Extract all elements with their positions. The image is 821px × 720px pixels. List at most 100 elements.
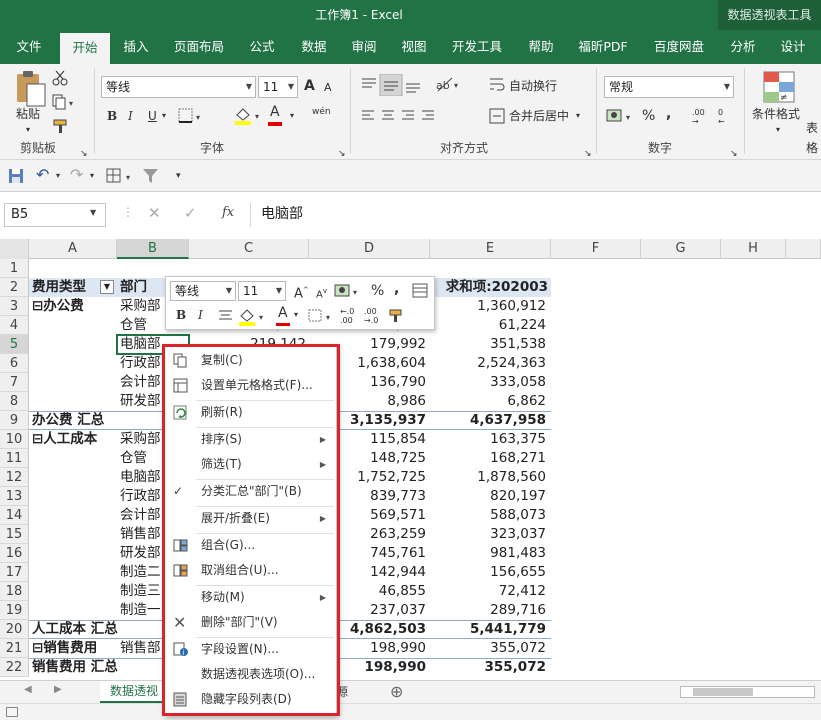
grow-font-button[interactable]: A	[304, 76, 315, 96]
mini-decrease-decimal[interactable]: .00 →.0	[364, 307, 378, 325]
row-header[interactable]: 18	[0, 582, 29, 601]
menu-item-format-cells[interactable]: 设置单元格格式(F)...	[164, 373, 338, 398]
value-cell[interactable]: 156,655	[430, 563, 546, 582]
row-header[interactable]: 4	[0, 316, 29, 335]
row-header[interactable]: 20	[0, 620, 29, 639]
menu-item-ungroup[interactable]: 取消组合(U)...	[164, 558, 338, 583]
row-header[interactable]: 15	[0, 525, 29, 544]
tab-help[interactable]: 帮助	[518, 30, 564, 64]
shrink-font-icon[interactable]: Av	[316, 281, 327, 305]
chevron-down-icon[interactable]: ▾	[576, 106, 580, 126]
formula-input[interactable]: 电脑部	[250, 203, 821, 227]
sheet-tab-active[interactable]: 数据透视	[100, 681, 172, 703]
value-cell[interactable]: 333,058	[430, 373, 546, 392]
bold-button[interactable]: B	[107, 106, 117, 126]
value-cell[interactable]: 351,538	[430, 335, 546, 354]
menu-item-group[interactable]: 组合(G)...	[164, 533, 338, 558]
align-center-icon[interactable]	[218, 309, 234, 323]
row-header[interactable]: 3	[0, 297, 29, 316]
row-header[interactable]: 1	[0, 259, 29, 278]
chevron-down-icon[interactable]: ▾	[290, 106, 294, 126]
mini-size-select[interactable]: 11 ▼	[238, 281, 286, 301]
value-cell[interactable]: 1,878,560	[430, 468, 546, 487]
category-cell[interactable]: ⊟办公费	[32, 297, 118, 316]
row-header[interactable]: 13	[0, 487, 29, 506]
cancel-icon[interactable]: ✕	[148, 204, 161, 222]
subtotal-value[interactable]: 4,637,958	[430, 411, 546, 430]
tab-file[interactable]: 文件	[4, 30, 54, 64]
tab-page-layout[interactable]: 页面布局	[164, 30, 234, 64]
chevron-down-icon[interactable]: ▾	[162, 106, 166, 126]
column-header-d[interactable]: D	[309, 239, 430, 259]
underline-button[interactable]: U	[148, 106, 157, 126]
insert-function-button[interactable]: fx	[222, 205, 234, 220]
redo-icon[interactable]: ↷	[70, 165, 83, 185]
row-header[interactable]: 17	[0, 563, 29, 582]
row-header[interactable]: 21	[0, 639, 29, 658]
borders-qat-icon[interactable]: ▾	[106, 168, 136, 184]
filter-dropdown-icon[interactable]: ▼	[100, 280, 114, 294]
mini-percent-button[interactable]: %	[371, 281, 384, 301]
save-icon[interactable]	[8, 168, 24, 184]
paste-dropdown-icon[interactable]: ▾	[26, 120, 30, 140]
mini-italic-button[interactable]: I	[198, 305, 203, 325]
value-cell[interactable]: 588,073	[430, 506, 546, 525]
menu-item-filter[interactable]: 筛选(T) ▶	[164, 452, 338, 477]
format-painter-icon[interactable]	[52, 118, 70, 134]
row-header[interactable]: 12	[0, 468, 29, 487]
cut-icon[interactable]	[52, 70, 68, 86]
tab-analyze[interactable]: 分析	[722, 30, 764, 64]
value-cell[interactable]: 355,072	[430, 639, 546, 658]
column-header-e[interactable]: E	[430, 239, 551, 259]
subtotal-label[interactable]: 销售费用 汇总	[32, 658, 162, 677]
tab-data[interactable]: 数据	[290, 30, 338, 64]
macro-record-icon[interactable]	[6, 707, 18, 717]
comma-button[interactable]: ,	[666, 104, 671, 124]
row-header[interactable]: 16	[0, 544, 29, 563]
column-header-f[interactable]: F	[551, 239, 641, 259]
chevron-down-icon[interactable]: ▾	[90, 166, 94, 186]
value-cell[interactable]: 72,412	[430, 582, 546, 601]
menu-item-delete-field[interactable]: ✕ 删除"部门"(V)	[164, 610, 338, 635]
pivot-value-field-label[interactable]: 求和项:202003	[430, 278, 548, 297]
menu-item-pivot-options[interactable]: 数据透视表选项(O)...	[164, 662, 338, 687]
row-header[interactable]: 14	[0, 506, 29, 525]
value-cell[interactable]: 61,224	[430, 316, 546, 335]
tab-view[interactable]: 视图	[390, 30, 438, 64]
paste-icon[interactable]	[14, 70, 48, 108]
merge-center-icon[interactable]	[489, 108, 505, 124]
increase-decimal-button[interactable]: .00 →	[692, 108, 705, 126]
mini-bold-button[interactable]: B	[176, 305, 186, 325]
subtotal-label[interactable]: 办公费 汇总	[32, 411, 162, 430]
chevron-down-icon[interactable]: ▼	[90, 208, 96, 217]
decrease-decimal-button[interactable]: 0 ←	[718, 108, 725, 126]
value-cell[interactable]: 6,862	[430, 392, 546, 411]
column-header-a[interactable]: A	[29, 239, 117, 259]
value-cell[interactable]: 168,271	[430, 449, 546, 468]
mini-comma-button[interactable]: ,	[394, 279, 399, 299]
tab-design[interactable]: 设计	[772, 30, 814, 64]
accounting-format-icon[interactable]: ▾	[334, 283, 362, 299]
menu-item-expand-collapse[interactable]: 展开/折叠(E) ▶	[164, 506, 338, 531]
filter-icon[interactable]	[142, 168, 160, 184]
menu-item-sort[interactable]: 排序(S) ▶	[164, 427, 338, 452]
row-header[interactable]: 5	[0, 335, 29, 354]
menu-item-subtotal[interactable]: ✓ 分类汇总"部门"(B)	[164, 479, 338, 504]
border-icon[interactable]: ▾	[178, 108, 206, 124]
column-header-b[interactable]: B	[117, 239, 189, 259]
vertical-align-icons[interactable]	[358, 74, 428, 96]
row-header[interactable]: 7	[0, 373, 29, 392]
scrollbar-thumb[interactable]	[693, 688, 753, 696]
chevron-down-icon[interactable]: ▾	[56, 166, 60, 186]
value-cell[interactable]: 981,483	[430, 544, 546, 563]
chevron-down-icon[interactable]: ▾	[776, 120, 780, 140]
row-header[interactable]: 19	[0, 601, 29, 620]
value-cell[interactable]: 2,524,363	[430, 354, 546, 373]
category-cell[interactable]: ⊟人工成本	[32, 430, 118, 449]
value-cell[interactable]: 820,197	[430, 487, 546, 506]
row-header[interactable]: 11	[0, 449, 29, 468]
row-header[interactable]: 8	[0, 392, 29, 411]
row-header[interactable]: 2	[0, 278, 29, 297]
mini-format-painter-icon[interactable]	[388, 309, 404, 323]
subtotal-value[interactable]: 355,072	[430, 658, 547, 677]
